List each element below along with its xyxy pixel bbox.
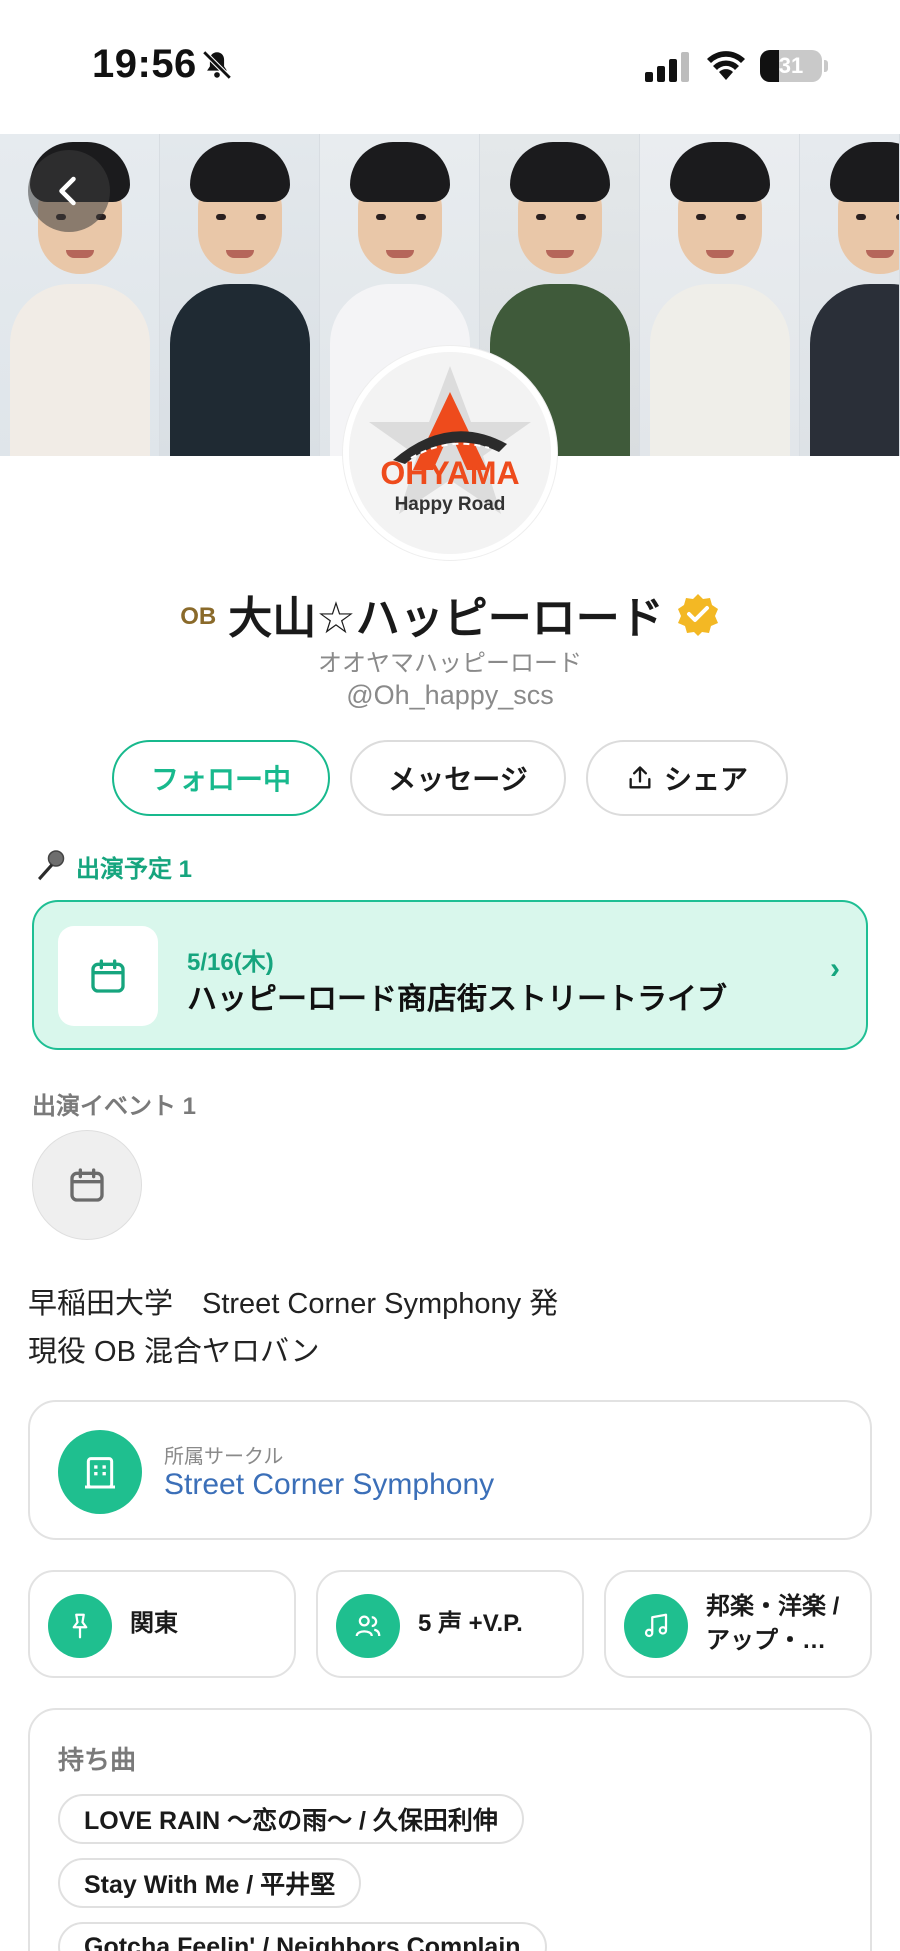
battery-cap (824, 60, 828, 72)
region-text: 関東 (130, 1610, 178, 1637)
share-label: シェア (663, 764, 748, 795)
svg-text:Happy Road: Happy Road (395, 494, 506, 515)
profile-avatar: OHYAMA Happy Road (343, 346, 557, 560)
message-button[interactable]: メッセージ (350, 740, 566, 816)
profile-handle: @Oh_happy_scs (346, 680, 554, 710)
message-label: メッセージ (388, 764, 528, 795)
genre-card: 邦楽・洋楽 / アップ・… (604, 1570, 872, 1678)
song-chip[interactable]: Gotcha Feelin' / Neighbors Complain (58, 1922, 547, 1951)
scheduled-heading: 出演予定 1 (32, 848, 192, 884)
event-date: 5/16(木) (187, 949, 274, 976)
info-row: 関東 5 声 +V.P. 邦楽・洋楽 / アップ・… (28, 1570, 872, 1678)
member-photo (800, 134, 900, 456)
profile-name: 大山☆ハッピーロード (228, 594, 664, 643)
back-button[interactable] (28, 150, 110, 232)
microphone-icon (38, 850, 65, 881)
chevron-left-icon (59, 176, 76, 206)
verified-check-icon (677, 594, 718, 636)
genre-text: 邦楽・洋楽 / アップ・… (706, 1593, 840, 1654)
bio-line: 現役 OB 混合ヤロバン (28, 1336, 320, 1368)
circle-name-link[interactable]: Street Corner Symphony (164, 1468, 494, 1502)
share-icon (629, 766, 651, 789)
status-bar: 19:56 31 (0, 0, 900, 134)
circle-label: 所属サークル (164, 1446, 284, 1468)
event-icon-box (58, 926, 158, 1026)
calendar-icon (70, 1168, 104, 1202)
cellular-signal-icon (645, 52, 689, 82)
scheduled-heading-text: 出演予定 1 (76, 855, 193, 883)
voices-text: 5 声 +V.P. (418, 1610, 523, 1637)
calendar-icon (91, 959, 125, 993)
profile-name-row: OB 大山☆ハッピーロード (0, 582, 900, 646)
member-photo (640, 134, 800, 456)
region-card: 関東 (28, 1570, 296, 1678)
member-photo (160, 134, 320, 456)
status-time: 19:56 (92, 42, 197, 86)
following-button[interactable]: フォロー中 (112, 740, 330, 816)
users-icon (336, 1594, 400, 1658)
repertoire-heading: 持ち曲 (58, 1745, 137, 1775)
voices-card: 5 声 +V.P. (316, 1570, 584, 1678)
profile-actions: フォロー中 メッセージ シェア (112, 740, 788, 816)
battery-percent: 31 (778, 53, 804, 78)
ob-badge: OB (180, 603, 217, 630)
song-chip[interactable]: Stay With Me / 平井堅 (58, 1858, 362, 1908)
scheduled-event-card[interactable]: 5/16(木) ハッピーロード商店街ストリートライブ › (32, 900, 868, 1050)
music-note-icon (624, 1594, 688, 1658)
wifi-icon (707, 51, 745, 80)
pin-icon (48, 1594, 112, 1658)
ohyama-logo: OHYAMA Happy Road (349, 352, 551, 554)
song-chip[interactable]: LOVE RAIN 〜恋の雨〜 / 久保田利伸 (58, 1794, 524, 1844)
following-label: フォロー中 (150, 764, 291, 795)
svg-text:OHYAMA: OHYAMA (380, 455, 519, 491)
bell-slash-icon (202, 50, 232, 80)
share-button[interactable]: シェア (586, 740, 788, 816)
repertoire-card: 持ち曲 LOVE RAIN 〜恋の雨〜 / 久保田利伸 Stay With Me… (28, 1708, 872, 1951)
building-icon (58, 1430, 142, 1514)
event-title: ハッピーロード商店街ストリートライブ (187, 983, 727, 1016)
bio-line: 早稲田大学 Street Corner Symphony 発 (28, 1288, 559, 1320)
appearances-heading: 出演イベント 1 (32, 1093, 197, 1120)
past-event-item[interactable] (32, 1130, 142, 1240)
profile-bio: 早稲田大学 Street Corner Symphony 発 現役 OB 混合ヤ… (28, 1280, 558, 1376)
affiliated-circle-card[interactable]: 所属サークル Street Corner Symphony (28, 1400, 872, 1540)
chevron-right-icon: › (830, 952, 840, 985)
profile-reading: オオヤマハッピーロード (318, 650, 582, 677)
battery-icon: 31 (760, 50, 822, 82)
